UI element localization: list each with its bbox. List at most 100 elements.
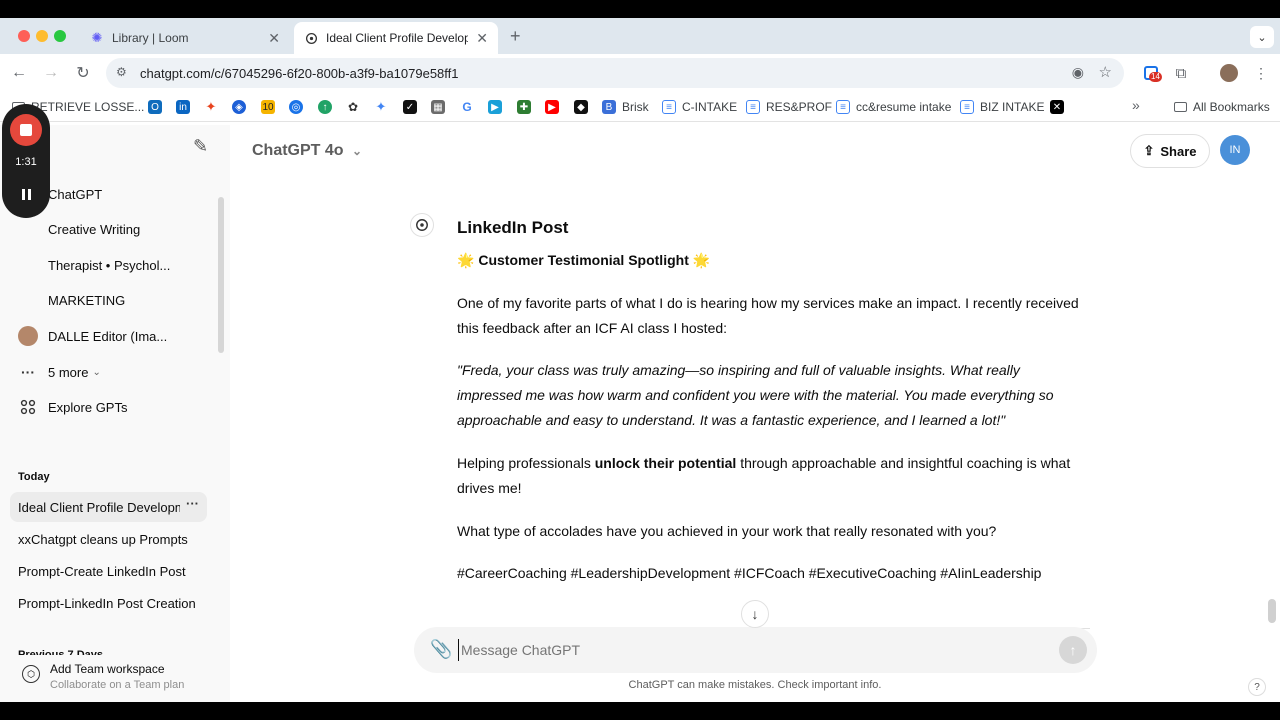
doc-icon: ≡ [836, 100, 850, 114]
extensions-puzzle-icon[interactable]: ⧉ [1172, 64, 1190, 82]
doc-icon: ≡ [746, 100, 760, 114]
puzzle-app-icon[interactable]: ✚ [517, 100, 531, 114]
sidebar-item-label: DALLE Editor (Ima... [48, 328, 168, 344]
google-icon[interactable]: G [460, 100, 474, 114]
bookmark-biz-intake[interactable]: ≡ BIZ INTAKE [960, 98, 1044, 116]
share-icon: ⇪ [1143, 143, 1155, 158]
team-icon: ⬡ [22, 665, 40, 683]
sidebar-more-button[interactable]: ··· 5 more ⌄ [10, 356, 208, 388]
recording-timer: 1:31 [15, 156, 37, 168]
youtube-icon[interactable]: ▶ [545, 100, 559, 114]
tab-loom[interactable]: ✺ Library | Loom ✕ [80, 22, 290, 54]
linkedin-icon[interactable]: in [176, 100, 190, 114]
share-button[interactable]: ⇪ Share [1130, 134, 1210, 168]
chat-options-icon[interactable]: ··· [186, 496, 199, 511]
sidebar-item-dalle-editor[interactable]: DALLE Editor (Ima... [10, 320, 208, 352]
maximize-window-button[interactable] [54, 30, 66, 42]
loom-recorder: 1:31 [2, 104, 50, 218]
chat-item[interactable]: Ideal Client Profile Development ··· [10, 492, 207, 522]
more-dots-icon: ··· [21, 364, 35, 380]
chat-item[interactable]: xxChatgpt cleans up Prompts [10, 524, 207, 554]
model-name: ChatGPT 4o [252, 142, 344, 159]
chat-title: Prompt-LinkedIn Post Creation [18, 595, 196, 611]
site-settings-icon[interactable]: ⚙ [116, 65, 127, 79]
paperclip-icon[interactable]: 📎 [430, 639, 452, 660]
model-selector[interactable]: ChatGPT 4o ⌄ [252, 142, 362, 160]
overflow-chevron-icon[interactable]: » [1132, 97, 1140, 113]
calendar-icon[interactable]: 10 [261, 100, 275, 114]
green-app-icon[interactable]: ↑ [318, 100, 332, 114]
bookmark-label: All Bookmarks [1193, 100, 1270, 114]
tab-title: Ideal Client Profile Development [326, 31, 469, 45]
sidebar-item-explore-gpts[interactable]: Explore GPTs [10, 391, 208, 423]
forward-arrow-icon[interactable]: → [40, 62, 62, 84]
folder-icon [1174, 102, 1187, 112]
gpt-avatar-icon [18, 255, 38, 275]
chase-icon[interactable]: ◈ [232, 100, 246, 114]
close-tab-icon[interactable]: ✕ [268, 30, 280, 47]
eye-icon[interactable]: ◉ [1072, 64, 1084, 81]
black-app-icon[interactable]: ◆ [574, 100, 588, 114]
sidebar-item-marketing[interactable]: MARKETING [10, 284, 208, 316]
circle-app-icon[interactable]: ◎ [289, 100, 303, 114]
tab-search-chevron-icon[interactable]: ⌄ [1250, 26, 1274, 48]
address-bar[interactable]: ⚙ chatgpt.com/c/67045296-6f20-800b-a3f9-… [106, 58, 1124, 88]
bookmark-c-intake[interactable]: ≡ C-INTAKE [662, 98, 737, 116]
reload-icon[interactable]: ↻ [72, 62, 94, 84]
paragraph-bold: unlock their potential [594, 455, 737, 471]
gpt-avatar-icon [18, 290, 38, 310]
play-app-icon[interactable]: ▶ [488, 100, 502, 114]
chevron-down-icon: ⌄ [92, 366, 101, 378]
sidebar-scrollbar[interactable] [218, 197, 224, 353]
check-app-icon[interactable]: ✓ [403, 100, 417, 114]
stop-recording-button[interactable] [10, 114, 42, 146]
outlook-icon[interactable]: O [148, 100, 162, 114]
gemini-icon[interactable]: ✦ [374, 99, 388, 114]
chat-main: ChatGPT 4o ⌄ ⇪ Share IN LinkedIn Post 🌟 … [230, 125, 1280, 702]
dalle-avatar-icon [18, 326, 38, 346]
new-tab-button[interactable]: + [510, 26, 521, 47]
spark-icon[interactable]: ✦ [204, 99, 218, 114]
help-icon[interactable]: ? [1248, 678, 1266, 696]
section-heading-today: Today [18, 471, 50, 483]
bookmark-label: cc&resume intake [856, 100, 952, 114]
user-avatar[interactable]: IN [1220, 135, 1250, 165]
back-arrow-icon[interactable]: ← [8, 62, 30, 84]
assistant-avatar-icon [410, 213, 434, 237]
chat-item[interactable]: Prompt-LinkedIn Post Creation [10, 588, 207, 618]
message-composer: 📎 ↑ [414, 627, 1097, 673]
url-text[interactable]: chatgpt.com/c/67045296-6f20-800b-a3f9-ba… [140, 66, 459, 81]
team-workspace-button[interactable]: ⬡ Add Team workspace Collaborate on a Te… [0, 655, 230, 702]
bookmarks-bar: RETRIEVE LOSSE... O in ✦ ◈ 10 ◎ ↑ ✿ ✦ ✓ … [0, 92, 1280, 122]
tab-chatgpt[interactable]: Ideal Client Profile Development ✕ [294, 22, 498, 54]
star-icon: 🌟 [692, 252, 711, 268]
close-tab-icon[interactable]: ✕ [476, 30, 488, 47]
profile-avatar[interactable] [1220, 64, 1238, 82]
sidebar-item-therapist[interactable]: Therapist • Psychol... [10, 249, 208, 281]
all-bookmarks[interactable]: All Bookmarks [1174, 98, 1270, 116]
sidebar-item-creative-writing[interactable]: Creative Writing [10, 213, 208, 245]
bookmark-star-icon[interactable]: ☆ [1099, 63, 1112, 81]
main-scrollbar[interactable] [1268, 599, 1276, 623]
new-chat-icon[interactable]: ✎ [193, 136, 208, 157]
chat-item[interactable]: Prompt-Create LinkedIn Post [10, 556, 207, 586]
chat-title: xxChatgpt cleans up Prompts [18, 531, 188, 547]
gpt-avatar-icon [18, 219, 38, 239]
bookmark-brisk[interactable]: B Brisk [602, 98, 649, 116]
send-button[interactable]: ↑ [1059, 636, 1087, 664]
image-icon[interactable]: ▦ [431, 100, 445, 114]
openai-icon[interactable]: ✿ [346, 100, 360, 114]
bookmark-cc-resume[interactable]: ≡ cc&resume intake [836, 98, 951, 116]
pause-recording-button[interactable] [10, 178, 42, 210]
sidebar-item-label: ChatGPT [48, 186, 103, 202]
x-icon[interactable]: ✕ [1050, 100, 1064, 114]
bookmark-label: RES&PROF [766, 100, 833, 114]
close-window-button[interactable] [18, 30, 30, 42]
message-input[interactable] [458, 639, 1018, 661]
spotlight-text: Customer Testimonial Spotlight [478, 252, 689, 268]
browser-menu-icon[interactable]: ⋮ [1252, 64, 1270, 82]
bookmark-res-prof[interactable]: ≡ RES&PROF [746, 98, 832, 116]
extension-icon[interactable]: 14 [1142, 64, 1162, 82]
minimize-window-button[interactable] [36, 30, 48, 42]
scroll-down-arrow-icon[interactable]: ↓ [741, 600, 769, 628]
